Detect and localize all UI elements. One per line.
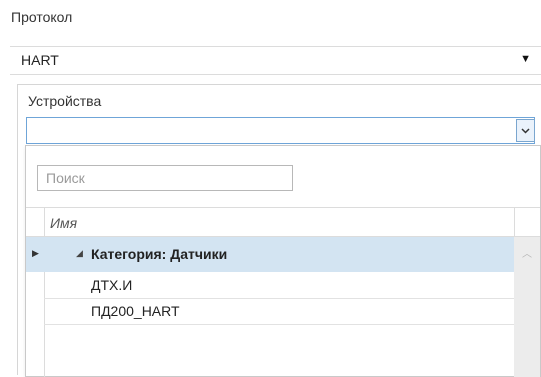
protocol-value: HART	[21, 52, 59, 68]
protocol-label: Протокол	[11, 9, 73, 25]
chevron-up-icon[interactable]: ︿	[522, 245, 532, 260]
devices-grid: Имя ▶ ◢ Категория: Датчики ДТХ.И ПД200_H…	[26, 207, 540, 377]
grid-header: Имя	[26, 207, 540, 238]
protocol-select[interactable]: HART ▼	[10, 46, 541, 75]
device-name: ДТХ.И	[91, 277, 133, 293]
device-name: ПД200_HART	[91, 303, 180, 319]
table-row[interactable]: ДТХ.И	[44, 272, 514, 299]
triangle-down-icon[interactable]: ▼	[520, 53, 531, 65]
group-row[interactable]: ▶ ◢ Категория: Датчики	[26, 237, 514, 272]
vertical-scrollbar[interactable]: ︿	[514, 237, 540, 377]
search-input[interactable]	[37, 165, 293, 191]
chevron-down-icon	[521, 127, 530, 134]
devices-label: Устройства	[28, 93, 102, 109]
expanded-triangle-icon[interactable]: ◢	[76, 248, 83, 259]
devices-dropdown-popup: Имя ▶ ◢ Категория: Датчики ДТХ.И ПД200_H…	[25, 145, 541, 377]
devices-dropdown-button[interactable]	[516, 119, 535, 142]
column-header-name[interactable]: Имя	[50, 215, 77, 231]
devices-select[interactable]	[26, 117, 535, 144]
row-pointer-icon: ▶	[32, 248, 39, 258]
divider	[514, 208, 515, 238]
group-row-label: Категория: Датчики	[91, 246, 228, 262]
table-row[interactable]: ПД200_HART	[44, 298, 514, 325]
